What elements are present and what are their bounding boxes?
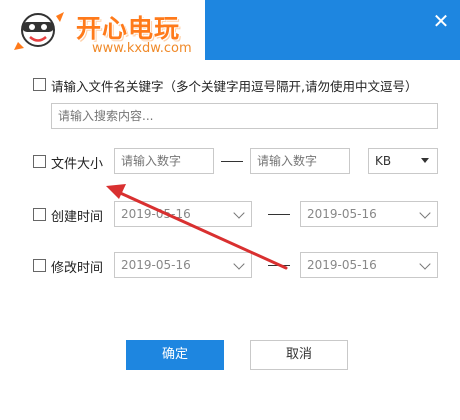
chevron-down-icon bbox=[419, 258, 431, 270]
logo-url: www.kxdw.com bbox=[92, 41, 192, 56]
close-icon[interactable]: ✕ bbox=[430, 10, 452, 32]
file-size-checkbox[interactable] bbox=[33, 155, 46, 168]
unit-select[interactable]: KB bbox=[368, 148, 438, 174]
created-time-label: 创建时间 bbox=[51, 210, 104, 225]
chevron-down-icon bbox=[419, 207, 431, 219]
cancel-button[interactable]: 取消 bbox=[250, 340, 348, 370]
modified-time-label: 修改时间 bbox=[51, 261, 104, 276]
chevron-down-icon bbox=[233, 258, 245, 270]
dropdown-arrow-icon bbox=[421, 158, 429, 163]
chevron-down-icon bbox=[233, 207, 245, 219]
created-start-date[interactable]: 2019-05-16 bbox=[114, 201, 252, 227]
title-bar: ✕ 开心电玩 www.kxdw.com bbox=[0, 0, 460, 60]
modified-time-separator bbox=[268, 265, 290, 266]
created-time-checkbox[interactable] bbox=[33, 208, 46, 221]
created-time-separator bbox=[268, 214, 290, 215]
file-size-max-input[interactable] bbox=[250, 148, 350, 174]
logo-text: 开心电玩 bbox=[76, 14, 181, 43]
created-end-date[interactable]: 2019-05-16 bbox=[300, 201, 438, 227]
annotation-arrow-head bbox=[106, 184, 126, 199]
file-size-min-input[interactable] bbox=[114, 148, 214, 174]
site-logo: 开心电玩 www.kxdw.com bbox=[4, 4, 204, 58]
modified-time-checkbox[interactable] bbox=[33, 259, 46, 272]
title-bar-fill bbox=[205, 0, 460, 60]
modified-end-date-value: 2019-05-16 bbox=[307, 258, 377, 272]
modified-start-date[interactable]: 2019-05-16 bbox=[114, 252, 252, 278]
mascot-logo-icon bbox=[14, 12, 64, 50]
file-size-label: 文件大小 bbox=[51, 157, 104, 172]
keyword-checkbox[interactable] bbox=[33, 78, 46, 91]
keyword-input[interactable] bbox=[51, 103, 438, 129]
file-size-separator bbox=[221, 161, 243, 162]
created-end-date-value: 2019-05-16 bbox=[307, 207, 377, 221]
unit-select-value: KB bbox=[375, 154, 392, 168]
modified-start-date-value: 2019-05-16 bbox=[121, 258, 191, 272]
modified-end-date[interactable]: 2019-05-16 bbox=[300, 252, 438, 278]
ok-button[interactable]: 确定 bbox=[126, 340, 224, 370]
keyword-label: 请输入文件名关键字（多个关键字用逗号隔开,请勿使用中文逗号） bbox=[51, 79, 418, 94]
created-start-date-value: 2019-05-16 bbox=[121, 207, 191, 221]
